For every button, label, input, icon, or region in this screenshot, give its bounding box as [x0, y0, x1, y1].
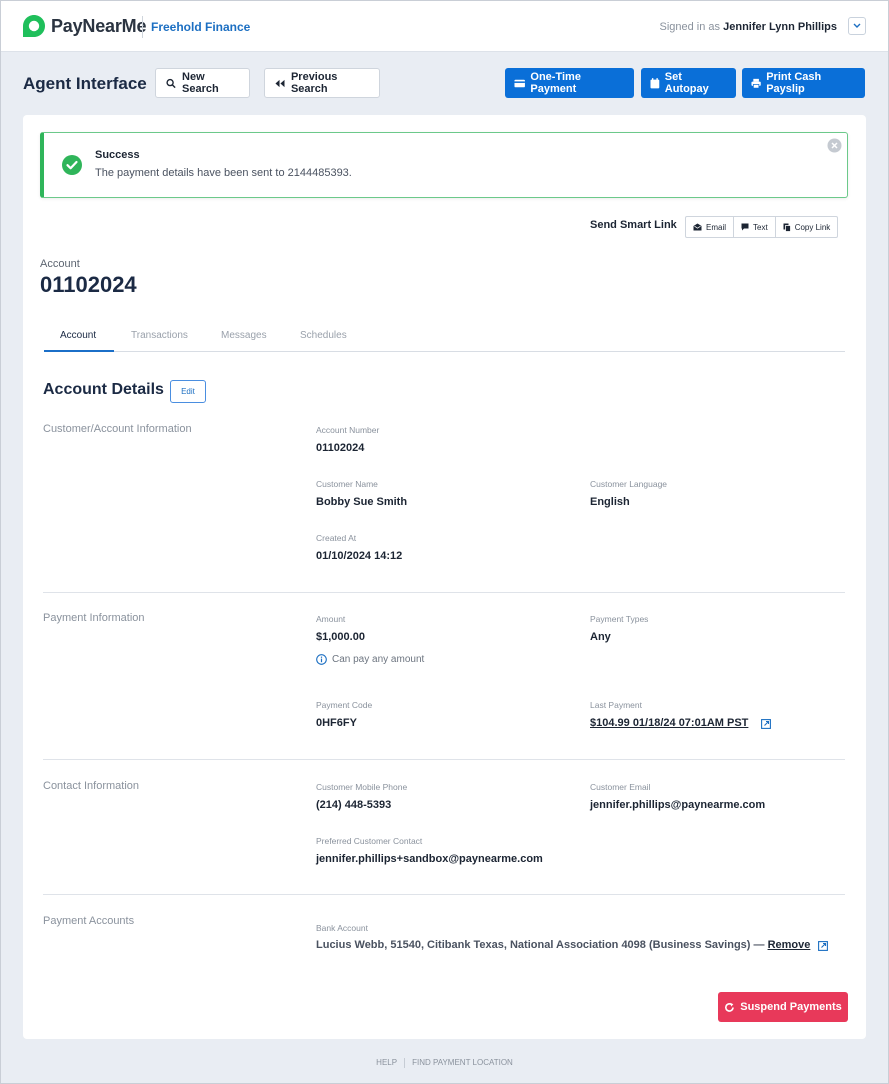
section-divider — [43, 894, 845, 895]
tab-account[interactable]: Account — [60, 330, 96, 341]
bank-account-details: Lucius Webb, 51540, Citibank Texas, Nati… — [316, 939, 765, 951]
calendar-icon — [650, 77, 660, 88]
external-link-icon[interactable] — [818, 941, 828, 951]
brand-name: PayNearMe — [51, 15, 147, 36]
suspend-payments-label: Suspend Payments — [740, 1001, 842, 1013]
smart-link-email-label: Email — [706, 222, 727, 232]
last-payment-label: Last Payment — [590, 700, 642, 710]
check-circle-icon — [62, 155, 82, 175]
credit-card-icon — [514, 79, 525, 87]
success-alert: Success The payment details have been se… — [40, 132, 848, 198]
account-details-title: Account Details — [43, 381, 164, 398]
account-label: Account — [40, 258, 80, 270]
smart-link-copy-button[interactable]: Copy Link — [776, 217, 838, 237]
new-search-label: New Search — [182, 71, 219, 95]
created-at-label: Created At — [316, 533, 357, 543]
bank-account-value: Lucius Webb, 51540, Citibank Texas, Nati… — [316, 939, 810, 951]
remove-bank-account-link[interactable]: Remove — [768, 939, 811, 951]
smart-link-group: Email Text Copy Link — [685, 216, 839, 238]
preferred-contact-value: jennifer.phillips+sandbox@paynearme.com — [316, 853, 543, 865]
amount-note: Can pay any amount — [316, 654, 424, 665]
customer-section-label: Customer/Account Information — [43, 423, 192, 435]
tab-messages[interactable]: Messages — [221, 330, 267, 341]
smart-link-text-label: Text — [753, 222, 768, 232]
chevron-down-icon — [853, 23, 861, 28]
set-autopay-label: Set Autopay — [664, 71, 709, 95]
previous-search-button[interactable]: Previous Search — [264, 68, 380, 98]
search-icon — [166, 78, 176, 88]
suspend-payments-button[interactable]: Suspend Payments — [718, 992, 848, 1022]
alert-message: The payment details have been sent to 21… — [95, 167, 352, 179]
created-at-value: 01/10/2024 14:12 — [316, 550, 403, 562]
merchant-name[interactable]: Freehold Finance — [151, 20, 250, 34]
account-number-label: Account Number — [316, 425, 380, 435]
signed-in-status: Signed in as Jennifer Lynn Phillips — [660, 21, 838, 33]
user-name: Jennifer Lynn Phillips — [723, 21, 837, 33]
tab-schedules[interactable]: Schedules — [300, 330, 347, 341]
smart-link-copy-label: Copy Link — [794, 222, 831, 232]
header-divider — [142, 16, 143, 38]
mobile-phone-value: (214) 448-5393 — [316, 799, 392, 811]
user-menu-button[interactable] — [848, 17, 866, 35]
find-payment-location-link[interactable]: FIND PAYMENT LOCATION — [405, 1058, 520, 1068]
amount-note-text: Can pay any amount — [332, 654, 425, 665]
bank-account-label: Bank Account — [316, 923, 368, 933]
one-time-payment-label: One-Time Payment — [530, 71, 581, 95]
external-link-icon[interactable] — [761, 719, 771, 729]
smart-link-text-button[interactable]: Text — [734, 217, 776, 237]
alert-title: Success — [95, 149, 140, 161]
mobile-phone-label: Customer Mobile Phone — [316, 782, 408, 792]
message-icon — [741, 223, 749, 231]
paynearme-logo-icon — [23, 15, 45, 37]
payment-accounts-section-label: Payment Accounts — [43, 915, 135, 927]
rewind-icon — [275, 79, 285, 87]
brand-logo[interactable]: PayNearMe — [22, 14, 146, 38]
signed-in-prefix: Signed in as — [659, 21, 721, 33]
payment-code-label: Payment Code — [316, 700, 373, 710]
one-time-payment-button[interactable]: One-Time Payment — [505, 68, 634, 98]
close-icon[interactable] — [827, 138, 842, 153]
customer-language-value: English — [590, 496, 630, 508]
customer-language-label: Customer Language — [590, 479, 668, 489]
account-number-value: 01102024 — [316, 442, 365, 454]
envelope-icon — [693, 223, 702, 231]
customer-name-value: Bobby Sue Smith — [316, 496, 408, 508]
customer-email-label: Customer Email — [590, 782, 651, 792]
account-number-heading: 01102024 — [40, 272, 137, 297]
copy-icon — [783, 223, 791, 232]
print-cash-payslip-button[interactable]: Print Cash Payslip — [742, 68, 865, 98]
payment-types-value: Any — [590, 631, 611, 643]
amount-label: Amount — [316, 614, 346, 624]
account-card: Success The payment details have been se… — [23, 115, 866, 1039]
payment-section-label: Payment Information — [43, 612, 145, 624]
page-title: Agent Interface — [23, 74, 147, 93]
set-autopay-button[interactable]: Set Autopay — [641, 68, 736, 98]
edit-button[interactable]: Edit — [170, 380, 206, 403]
customer-name-label: Customer Name — [316, 479, 378, 489]
new-search-button[interactable]: New Search — [155, 68, 250, 98]
previous-search-label: Previous Search — [290, 71, 338, 95]
help-link[interactable]: HELP — [369, 1058, 404, 1068]
preferred-contact-label: Preferred Customer Contact — [316, 836, 423, 846]
payment-types-label: Payment Types — [590, 614, 649, 624]
amount-value: $1,000.00 — [316, 631, 365, 643]
footer: HELP FIND PAYMENT LOCATION — [0, 1058, 889, 1068]
active-tab-indicator — [44, 350, 114, 352]
top-bar: PayNearMe Freehold Finance Signed in as … — [0, 0, 889, 52]
smart-link-email-button[interactable]: Email — [686, 217, 735, 237]
smart-link-label: Send Smart Link — [590, 219, 677, 231]
customer-email-value: jennifer.phillips@paynearme.com — [590, 799, 766, 811]
tab-transactions[interactable]: Transactions — [131, 330, 188, 341]
section-divider — [43, 592, 845, 593]
section-divider — [43, 759, 845, 760]
printer-icon — [751, 78, 761, 89]
contact-section-label: Contact Information — [43, 780, 139, 792]
refresh-icon — [725, 1002, 735, 1012]
payment-code-value: 0HF6FY — [316, 717, 357, 729]
account-tabs: Account Transactions Messages Schedules — [44, 320, 845, 352]
print-cash-payslip-label: Print Cash Payslip — [766, 71, 822, 95]
info-icon — [316, 654, 327, 665]
last-payment-link[interactable]: $104.99 01/18/24 07:01AM PST — [590, 717, 748, 729]
